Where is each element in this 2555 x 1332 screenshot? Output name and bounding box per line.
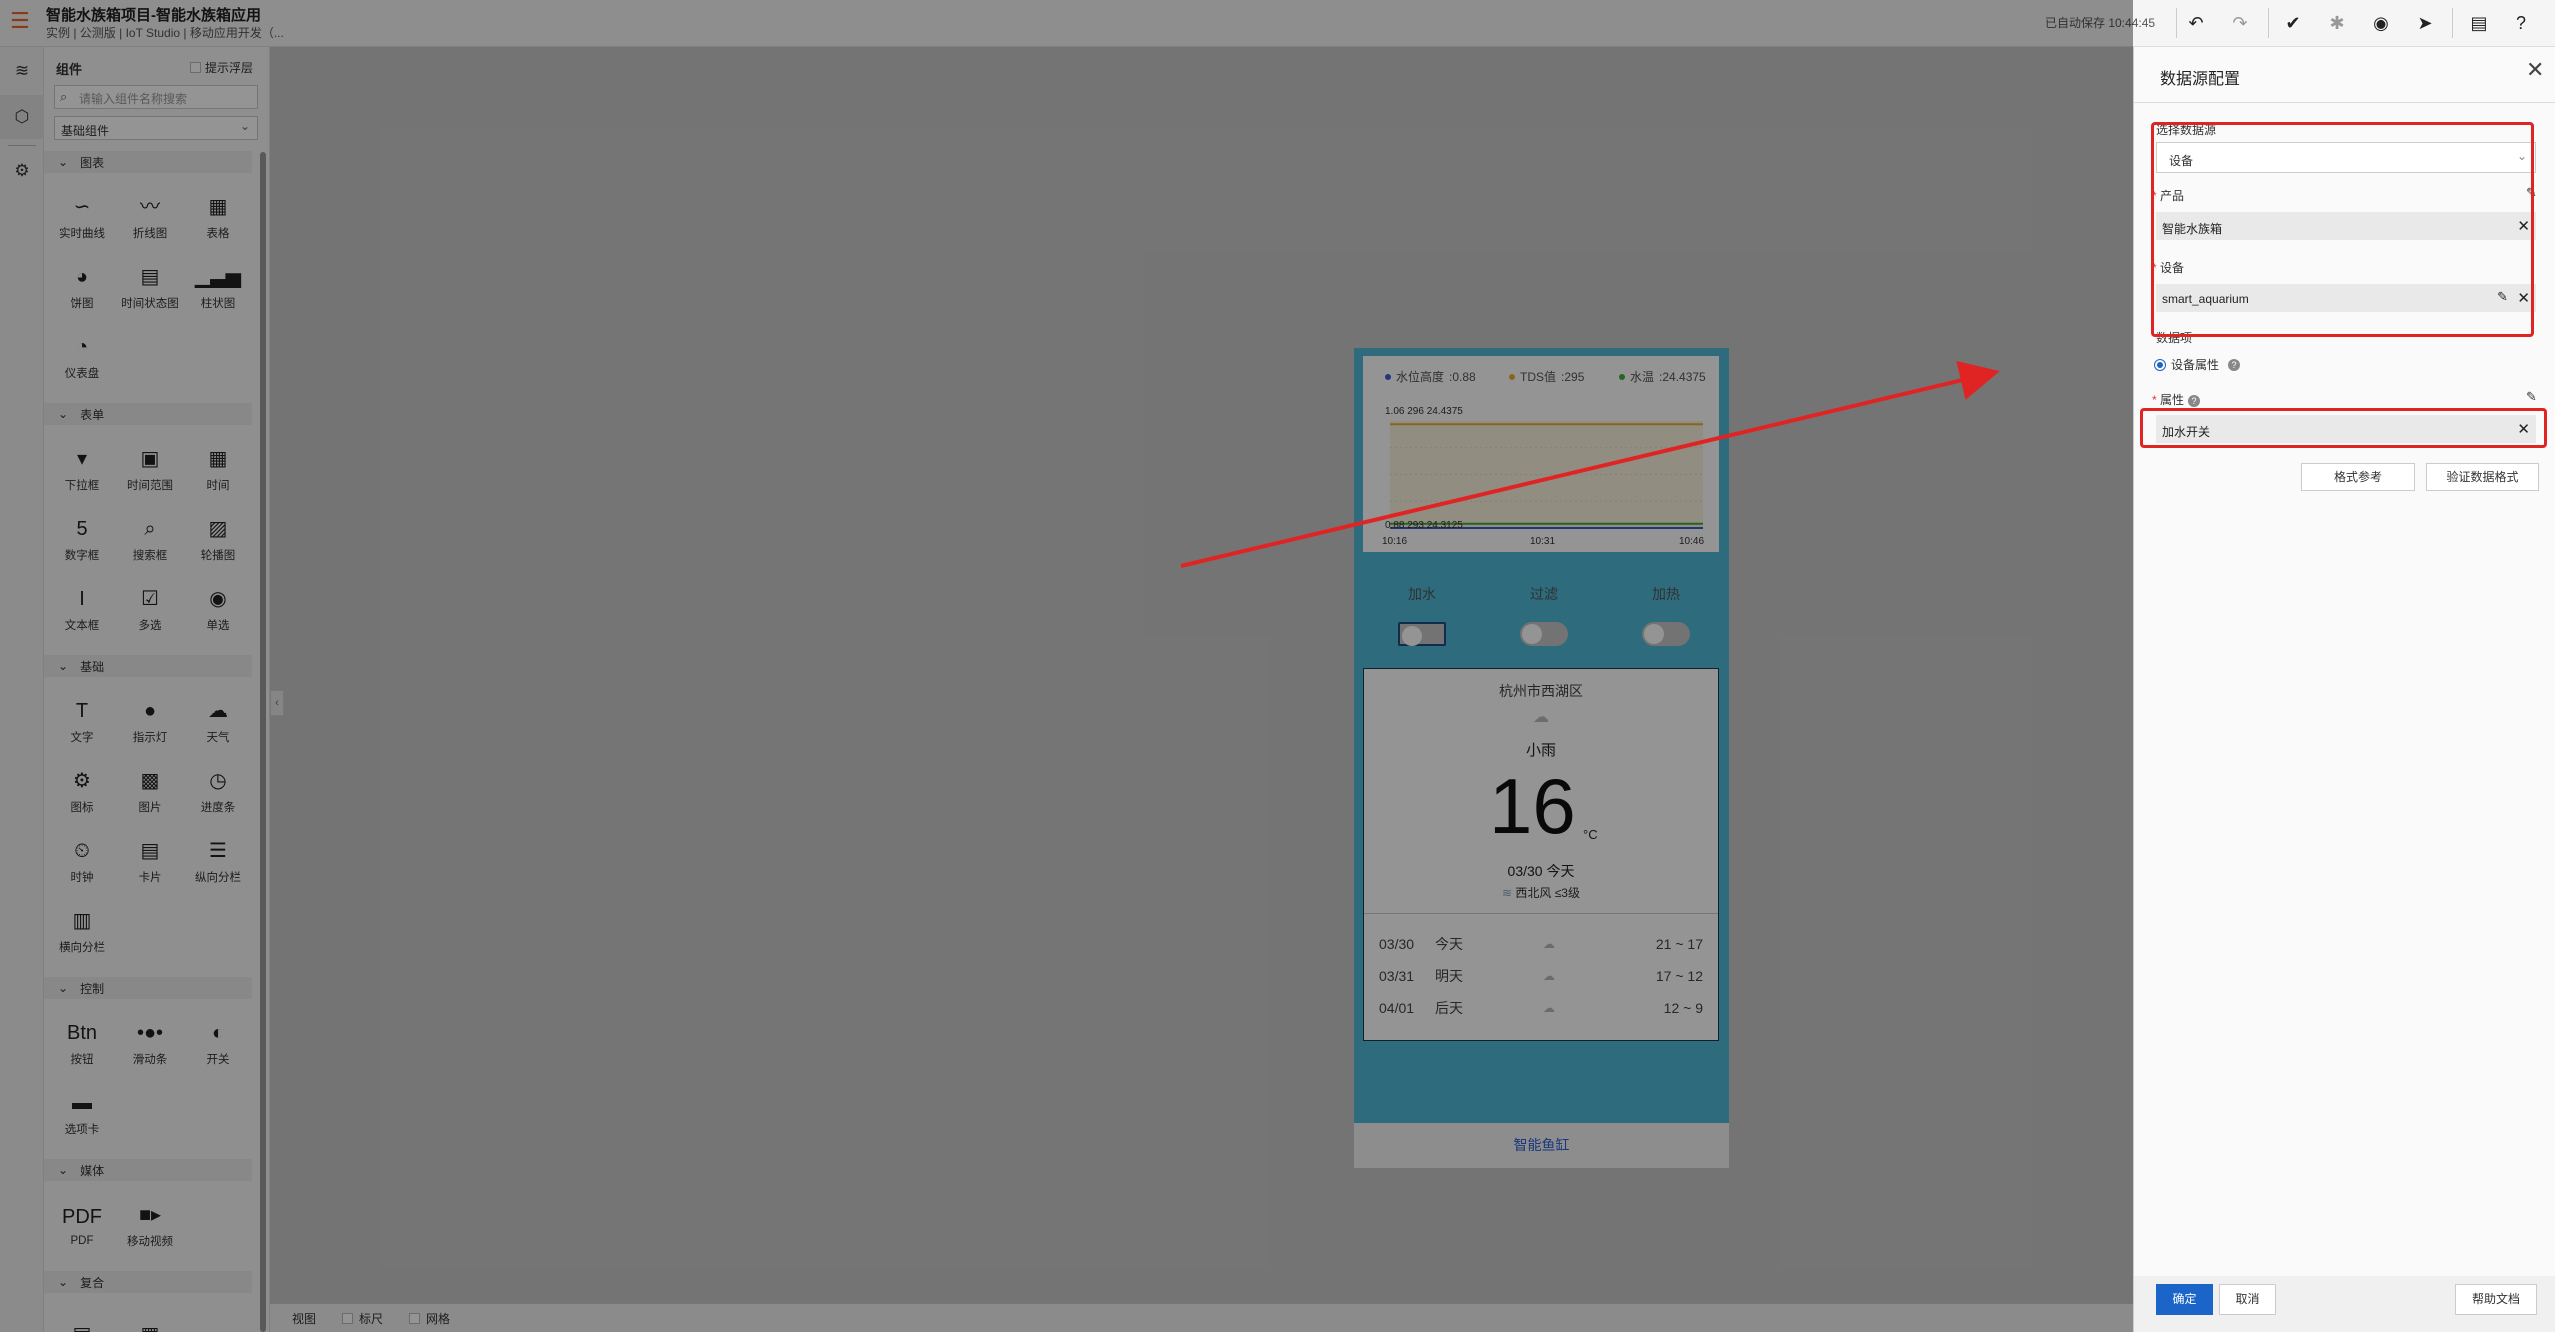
help-doc-button[interactable]: 帮助文档 — [2455, 1284, 2537, 1315]
panel-title: 数据源配置 — [2160, 71, 2241, 88]
edit-pencil-icon[interactable]: ✎ — [2526, 389, 2537, 405]
clear-icon[interactable]: ✕ — [2517, 420, 2530, 438]
edit-pencil-icon[interactable]: ✎ — [2497, 289, 2508, 305]
help-icon: ? — [2188, 395, 2201, 407]
device-property-radio[interactable]: 设备属性? — [2154, 356, 2241, 373]
attr-label: * 属性? — [2152, 391, 2201, 408]
source-label: 选择数据源 — [2156, 123, 2217, 137]
panel-footer: 确定 取消 帮助文档 — [2134, 1276, 2555, 1332]
edit-pencil-icon[interactable]: ✎ — [2526, 185, 2537, 201]
data-item-label: 数据项 — [2156, 331, 2193, 345]
device-label: * 设备 — [2152, 261, 2185, 275]
help-icon: ? — [2228, 358, 2241, 371]
product-field[interactable]: 智能水族箱 ✕ — [2156, 212, 2536, 240]
cancel-button[interactable]: 取消 — [2219, 1284, 2276, 1315]
chevron-down-icon: ⌄ — [2516, 149, 2527, 163]
format-reference-button[interactable]: 格式参考 — [2301, 463, 2415, 491]
divider — [2134, 102, 2555, 103]
clear-icon[interactable]: ✕ — [2517, 289, 2530, 307]
attribute-field[interactable]: 加水开关 ✕ — [2156, 415, 2536, 443]
confirm-button[interactable]: 确定 — [2156, 1284, 2213, 1315]
device-field[interactable]: smart_aquarium ✎ ✕ — [2156, 284, 2536, 312]
clear-icon[interactable]: ✕ — [2517, 217, 2530, 235]
validate-format-button[interactable]: 验证数据格式 — [2426, 463, 2539, 491]
product-label: * 产品 — [2152, 189, 2185, 203]
close-icon[interactable]: ✕ — [2526, 57, 2544, 83]
datasource-config-panel: 数据源配置 ✕ 选择数据源 设备 ⌄ * 产品 ✎ 智能水族箱 ✕ * 设备 sma… — [2133, 47, 2555, 1332]
datasource-select[interactable]: 设备 ⌄ — [2156, 142, 2536, 173]
